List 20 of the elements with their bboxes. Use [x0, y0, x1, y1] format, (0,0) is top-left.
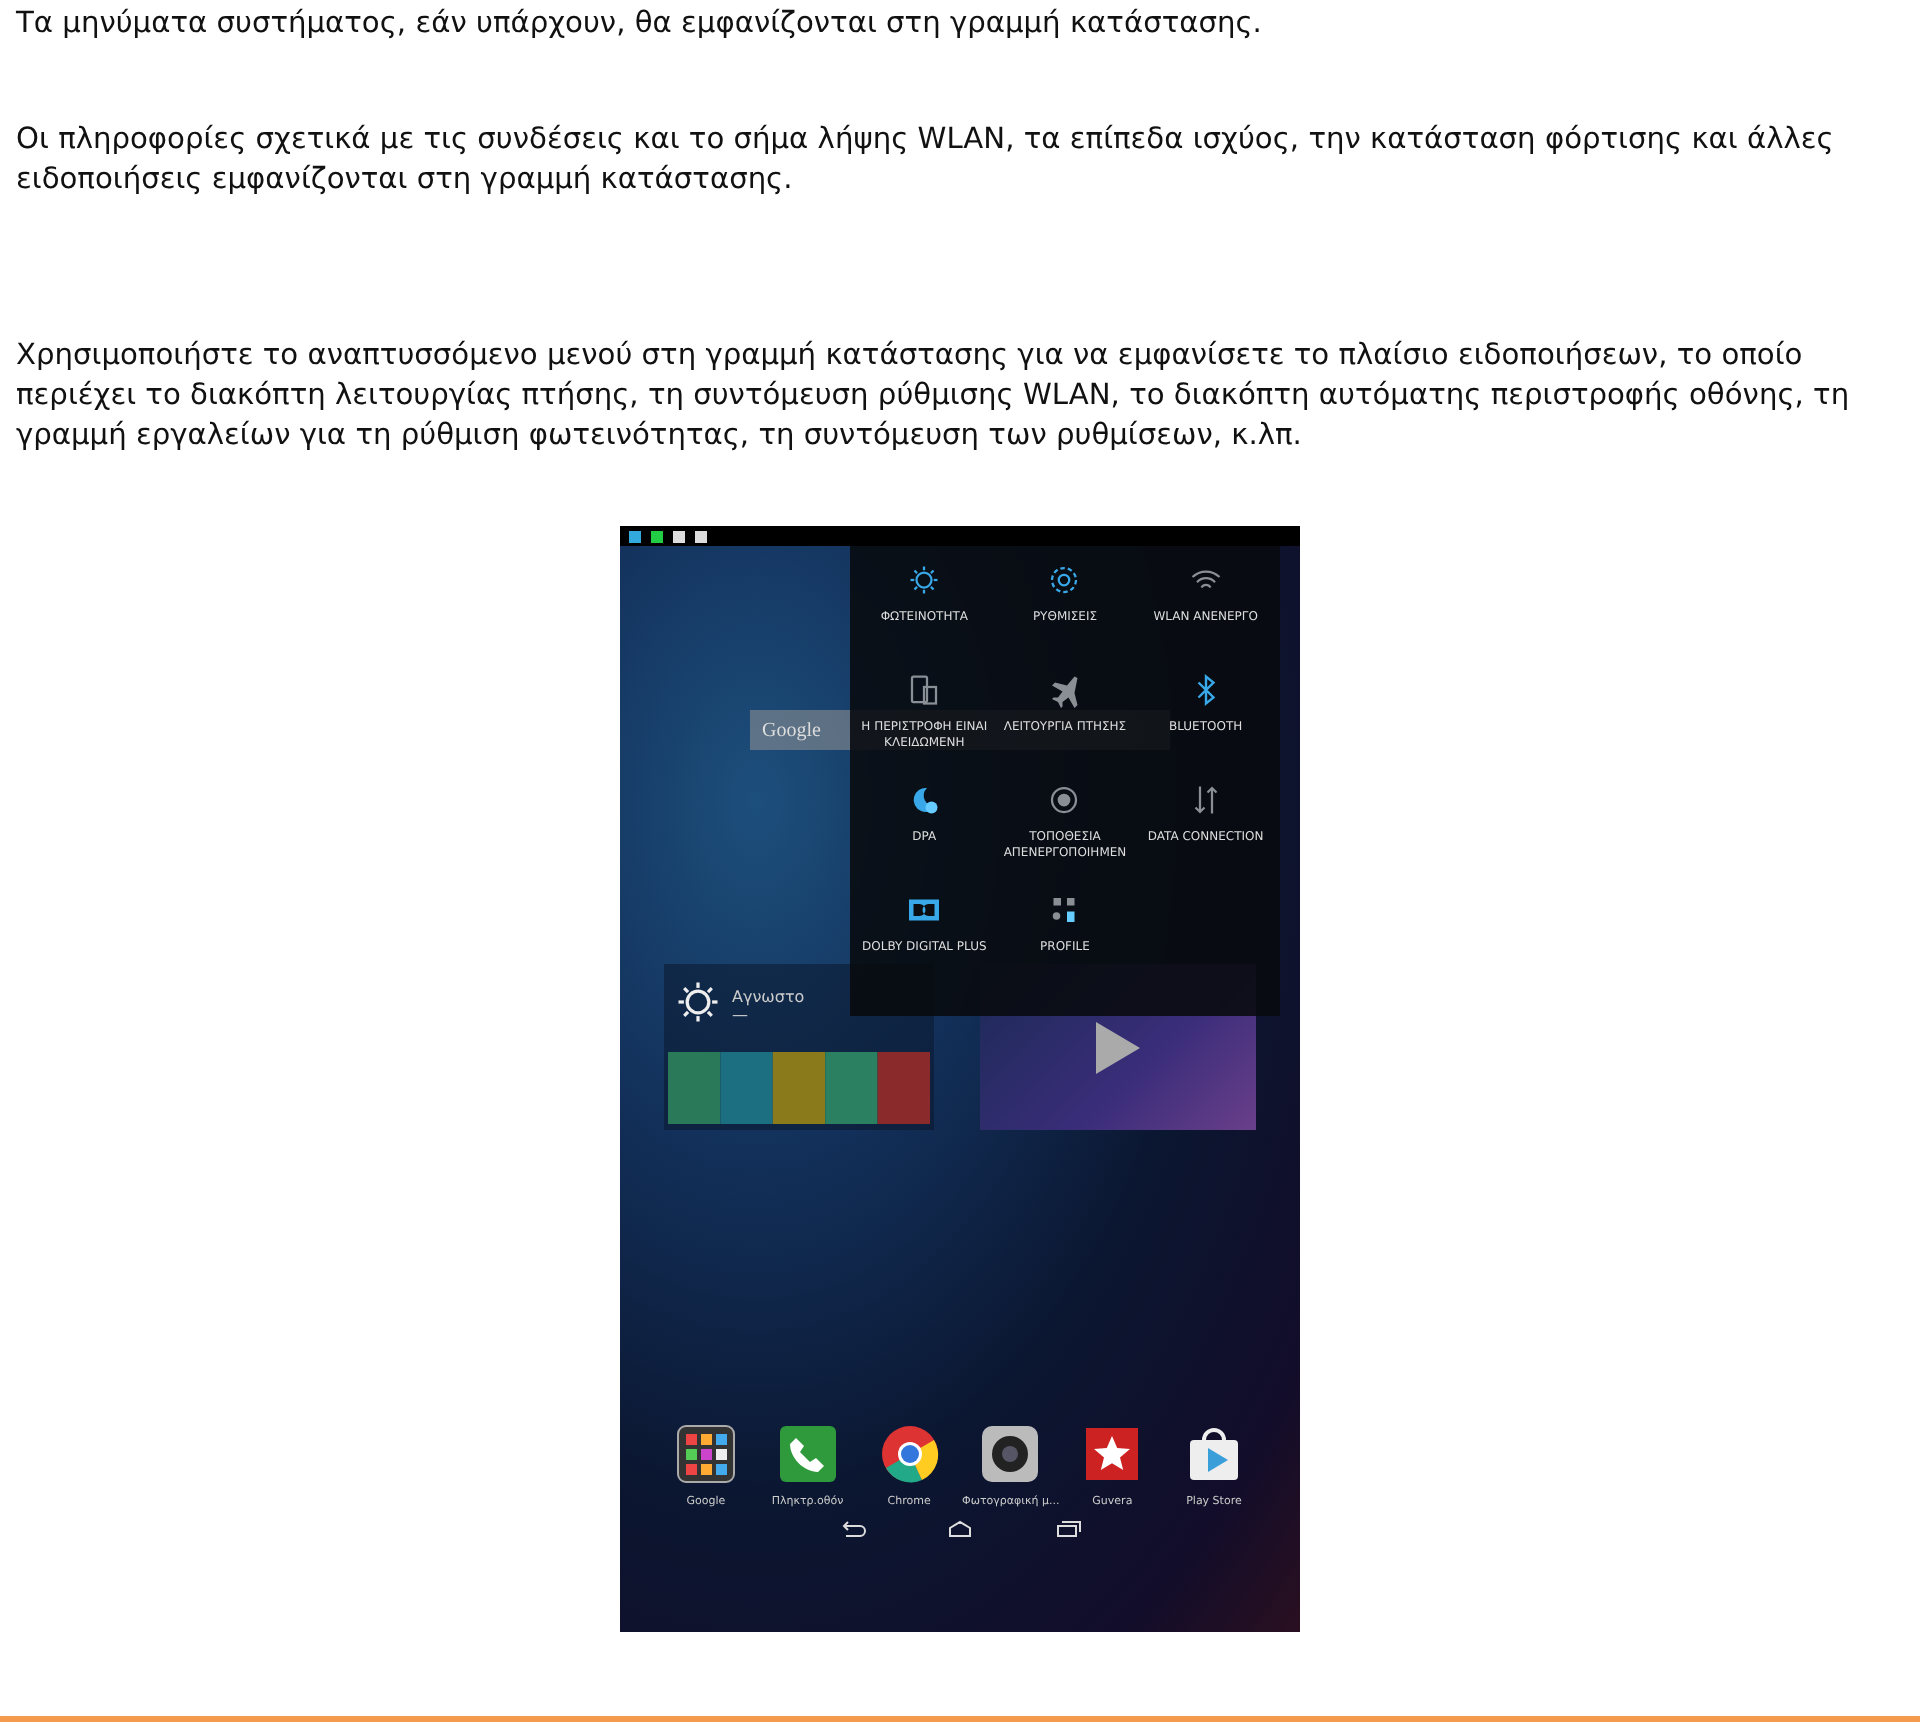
search-logo: Google	[762, 719, 821, 741]
home-icon[interactable]	[946, 1520, 974, 1538]
weather-temperature: —	[732, 1006, 750, 1024]
paragraph: Χρησιμοποιήστε το αναπτυσσόμενο μενού στη γραμμή κατάστασης για να εμφανίσετε το πλαίσιο ειδοποιήσεων, το οποίο περιέχει το διακόπτη λειτουργίας πτήσης, τη συντόμευση ρύθμισης WLAN, το διακόπτη αυτόματης περιστροφής οθόνης, τη γραμμή εργαλείων για τη ρύθμιση φωτεινότητας, τη συντόμευση των ρυθμίσεων, κ.λπ.	[16, 336, 1852, 456]
plane-icon[interactable]	[1046, 672, 1083, 708]
weather-widget[interactable]: Αγνωστο —	[664, 964, 934, 1130]
app-icon[interactable]	[674, 1422, 738, 1486]
app-icon[interactable]	[877, 1422, 942, 1486]
app-icon[interactable]	[978, 1422, 1043, 1486]
location-icon[interactable]	[1046, 782, 1083, 818]
paragraph: Οι πληροφορίες σχετικά με τις συνδέσεις και το σήμα λήψης WLAN, τα επίπεδα ισχύος, την κατάσταση φόρτισης και άλλες ειδοποιήσεις εμφανίζονται στη γραμμή κατάστασης.	[16, 120, 1836, 200]
back-icon[interactable]	[838, 1520, 866, 1538]
recent-apps-icon[interactable]	[1054, 1520, 1082, 1538]
sun-icon[interactable]	[906, 562, 943, 598]
rotate-icon[interactable]	[906, 672, 943, 708]
gear-icon[interactable]	[1046, 562, 1083, 598]
paragraph: Τα μηνύματα συστήματος, εάν υπάρχουν, θα εμφανίζονται στη γραμμή κατάστασης.	[16, 4, 1264, 44]
play-icon	[1092, 1017, 1144, 1077]
weather-condition: Αγνωστο	[732, 988, 805, 1006]
app-icon[interactable]	[775, 1422, 840, 1486]
